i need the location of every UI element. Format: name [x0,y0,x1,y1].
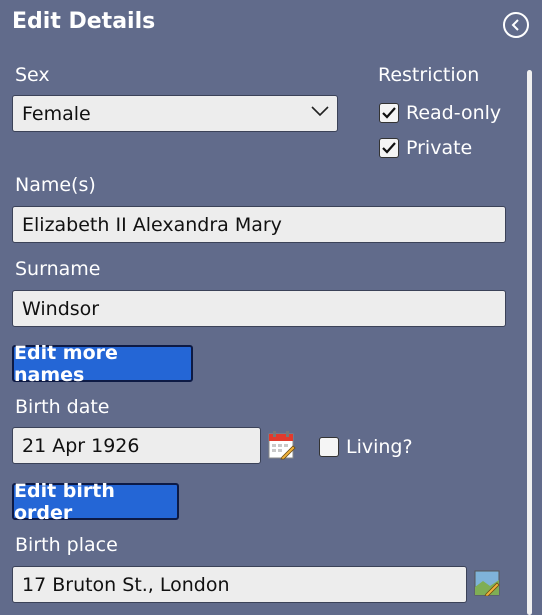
birth-date-value: 21 Apr 1926 [22,434,140,457]
surname-input[interactable]: Windsor [12,290,506,327]
read-only-label: Read-only [406,102,502,124]
scrollbar[interactable] [527,70,532,615]
sex-label: Sex [15,64,50,86]
birth-date-input[interactable]: 21 Apr 1926 [12,427,261,464]
surname-input-value: Windsor [22,297,100,320]
names-input-value: Elizabeth II Alexandra Mary [22,213,282,236]
birth-place-label: Birth place [15,534,118,556]
names-label: Name(s) [15,174,96,196]
edit-birth-order-button[interactable]: Edit birth order [12,480,179,524]
checkmark-icon [382,107,396,119]
private-label: Private [406,137,473,159]
private-option[interactable]: Private [379,137,472,159]
map-icon[interactable] [474,570,500,597]
names-input[interactable]: Elizabeth II Alexandra Mary [12,206,506,243]
panel-title: Edit Details [12,9,156,34]
birth-place-input[interactable]: 17 Bruton St., London [12,566,467,603]
surname-label: Surname [15,258,101,280]
calendar-icon[interactable] [268,430,296,460]
read-only-option[interactable]: Read-only [379,102,501,124]
edit-more-names-button[interactable]: Edit more names [12,342,193,386]
chevron-left-icon [511,19,519,31]
back-button[interactable] [503,12,529,38]
sex-select-value: Female [22,102,91,125]
checkmark-icon [382,142,396,154]
birth-date-label: Birth date [15,396,110,418]
birth-place-value: 17 Bruton St., London [22,573,230,596]
living-checkbox[interactable] [319,437,339,457]
living-option[interactable]: Living? [319,436,413,458]
private-checkbox[interactable] [379,138,399,158]
sex-select[interactable]: Female [12,95,338,132]
living-label: Living? [346,436,413,458]
chevron-down-icon [311,106,329,117]
restriction-label: Restriction [378,64,480,86]
read-only-checkbox[interactable] [379,103,399,123]
